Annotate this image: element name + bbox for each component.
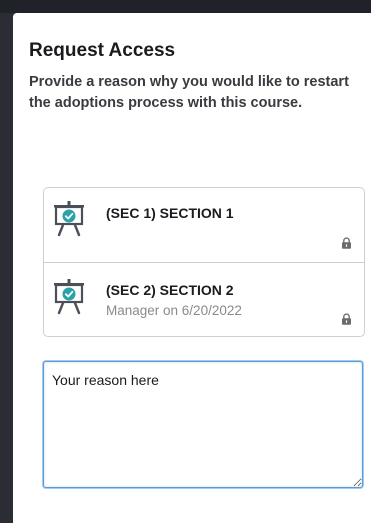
section-item[interactable]: (SEC 1) SECTION 1 bbox=[44, 188, 364, 262]
section-list: (SEC 1) SECTION 1 (SEC 2) SECTION 2 Mana… bbox=[43, 187, 365, 337]
section-subtitle: Manager on 6/20/2022 bbox=[106, 303, 242, 318]
presentation-check-icon bbox=[54, 279, 84, 315]
reason-textarea[interactable] bbox=[43, 361, 363, 488]
description-text: Provide a reason why you would like to r… bbox=[29, 74, 349, 111]
section-name: (SEC 2) SECTION 2 bbox=[106, 282, 234, 298]
section-name: (SEC 1) SECTION 1 bbox=[106, 205, 234, 221]
top-bar bbox=[0, 0, 371, 13]
section-item[interactable]: (SEC 2) SECTION 2 Manager on 6/20/2022 bbox=[44, 262, 364, 337]
presentation-check-icon bbox=[54, 201, 84, 237]
lock-icon bbox=[342, 313, 351, 325]
lock-icon bbox=[342, 237, 351, 249]
page-title: Request Access bbox=[29, 40, 176, 61]
